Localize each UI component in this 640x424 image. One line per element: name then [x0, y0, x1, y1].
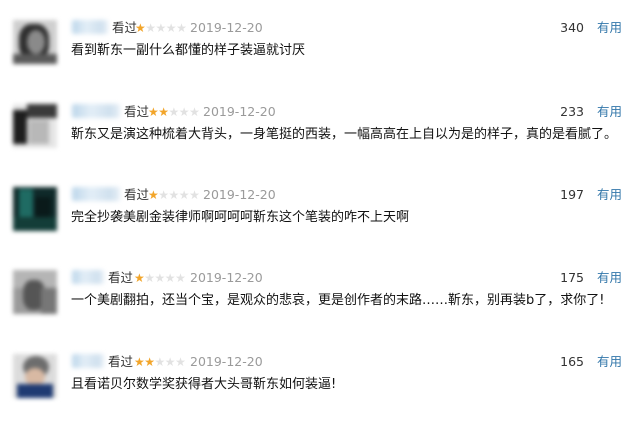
- rating-stars: ★★★★★: [134, 270, 186, 286]
- watched-label: 看过: [124, 104, 150, 119]
- comment-item: 看过 ★★★★★ 2019-12-20 175 有用 一个美剧翻拍，还当个宝，是…: [0, 270, 640, 340]
- star-empty-icon: ★: [165, 21, 177, 35]
- star-filled-icon: ★: [144, 355, 155, 369]
- useful-button[interactable]: 有用: [597, 20, 622, 36]
- comment-item: 看过 ★★★★★ 2019-12-20 233 有用 靳东又是演这种梳着大背头，…: [0, 104, 640, 174]
- rating-stars: ★★★★★: [134, 354, 186, 370]
- useful-button[interactable]: 有用: [597, 187, 622, 203]
- avatar[interactable]: [13, 187, 57, 231]
- rating-stars: ★★★★★: [135, 20, 187, 36]
- avatar[interactable]: [13, 20, 57, 64]
- star-empty-icon: ★: [155, 21, 167, 35]
- star-empty-icon: ★: [154, 271, 166, 285]
- star-empty-icon: ★: [178, 188, 190, 202]
- star-empty-icon: ★: [154, 355, 166, 369]
- star-empty-icon: ★: [158, 188, 169, 202]
- comment-text: 一个美剧翻拍，还当个宝，是观众的悲哀，更是创作者的末路……靳东，别再装b了，求你…: [71, 293, 605, 308]
- rating-stars: ★★★★★: [148, 187, 200, 203]
- rating-stars: ★★★★★: [148, 104, 200, 120]
- star-filled-icon: ★: [135, 21, 146, 35]
- comment-text: 且看诺贝尔数学奖获得者大头哥靳东如何装逼!: [71, 377, 337, 392]
- comment-date: 2019-12-20: [203, 104, 276, 119]
- avatar[interactable]: [13, 104, 57, 148]
- username-blurred[interactable]: [72, 354, 104, 368]
- star-filled-icon: ★: [148, 188, 159, 202]
- comment-text: 完全抄袭美剧金装律师啊呵呵呵靳东这个笔装的咋不上天啊: [71, 210, 410, 225]
- star-filled-icon: ★: [134, 355, 145, 369]
- star-empty-icon: ★: [164, 355, 176, 369]
- username-blurred[interactable]: [72, 187, 120, 201]
- vote-count: 233: [560, 104, 584, 119]
- avatar[interactable]: [13, 270, 57, 314]
- vote-count: 175: [560, 270, 584, 285]
- comment-item: 看过 ★★★★★ 2019-12-20 340 有用 看到靳东一副什么都懂的样子…: [0, 20, 640, 90]
- star-empty-icon: ★: [144, 271, 155, 285]
- username-blurred[interactable]: [72, 270, 104, 284]
- star-empty-icon: ★: [175, 271, 186, 285]
- star-empty-icon: ★: [178, 105, 190, 119]
- useful-button[interactable]: 有用: [597, 354, 622, 370]
- comment-text: 看到靳东一副什么都懂的样子装逼就讨厌: [71, 43, 306, 58]
- watched-label: 看过: [112, 20, 138, 35]
- comment-date: 2019-12-20: [190, 354, 263, 369]
- useful-button[interactable]: 有用: [597, 104, 622, 120]
- useful-button[interactable]: 有用: [597, 270, 622, 286]
- star-empty-icon: ★: [175, 355, 186, 369]
- comment-date: 2019-12-20: [190, 270, 263, 285]
- star-empty-icon: ★: [164, 271, 176, 285]
- comment-item: 看过 ★★★★★ 2019-12-20 197 有用 完全抄袭美剧金装律师啊呵呵…: [0, 187, 640, 257]
- avatar[interactable]: [13, 354, 57, 398]
- star-filled-icon: ★: [148, 105, 159, 119]
- star-empty-icon: ★: [168, 105, 180, 119]
- comment-date: 2019-12-20: [203, 187, 276, 202]
- vote-count: 340: [560, 20, 584, 35]
- star-empty-icon: ★: [145, 21, 156, 35]
- star-filled-icon: ★: [158, 105, 169, 119]
- star-filled-icon: ★: [134, 271, 145, 285]
- star-empty-icon: ★: [168, 188, 180, 202]
- vote-count: 165: [560, 354, 584, 369]
- vote-count: 197: [560, 187, 584, 202]
- star-empty-icon: ★: [189, 105, 200, 119]
- username-blurred[interactable]: [72, 104, 120, 118]
- star-empty-icon: ★: [176, 21, 187, 35]
- watched-label: 看过: [108, 270, 134, 285]
- comment-date: 2019-12-20: [190, 20, 263, 35]
- comment-text: 靳东又是演这种梳着大背头，一身笔挺的西装，一幅高高在上自以为是的样子，真的是看腻…: [71, 127, 618, 142]
- watched-label: 看过: [108, 354, 134, 369]
- star-empty-icon: ★: [189, 188, 200, 202]
- comment-item: 看过 ★★★★★ 2019-12-20 165 有用 且看诺贝尔数学奖获得者大头…: [0, 354, 640, 424]
- watched-label: 看过: [124, 187, 150, 202]
- username-blurred[interactable]: [72, 20, 108, 34]
